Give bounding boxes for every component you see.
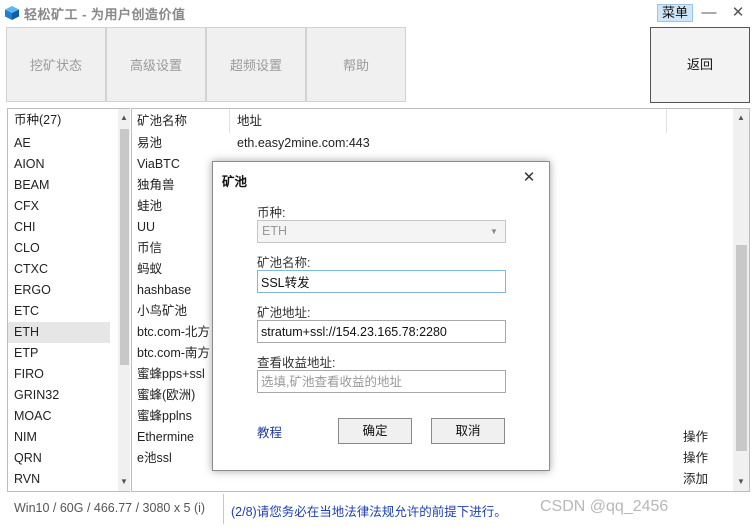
tab-advanced-settings[interactable]: 高级设置 bbox=[106, 27, 206, 102]
coin-select-value: ETH bbox=[262, 224, 287, 238]
coin-item-ctxc[interactable]: CTXC bbox=[14, 259, 114, 280]
pool-table-scroll-thumb[interactable] bbox=[736, 245, 747, 451]
coin-item-clo[interactable]: CLO bbox=[14, 238, 114, 259]
scroll-down-icon[interactable]: ▼ bbox=[735, 475, 747, 489]
pool-name-cell: 易池 bbox=[137, 136, 163, 150]
pool-name-cell: btc.com-北方 bbox=[137, 325, 210, 339]
app-logo-icon bbox=[4, 5, 20, 21]
pool-name-cell: UU bbox=[137, 220, 156, 234]
coin-label: 币种: bbox=[257, 206, 286, 220]
pool-name-cell: 币信 bbox=[137, 241, 163, 255]
coin-list-scrollbar[interactable]: ▲ ▼ bbox=[118, 109, 130, 491]
pool-table-scrollbar[interactable]: ▲ ▼ bbox=[733, 109, 749, 491]
close-icon[interactable]: ✕ bbox=[728, 3, 748, 23]
coin-item-aion[interactable]: AION bbox=[14, 154, 114, 175]
coin-item-ergo[interactable]: ERGO bbox=[14, 280, 114, 301]
coin-select[interactable]: ETH ▼ bbox=[257, 220, 506, 243]
tab-help[interactable]: 帮助 bbox=[306, 27, 406, 102]
scroll-up-icon[interactable]: ▲ bbox=[735, 111, 747, 125]
minimize-icon[interactable]: — bbox=[699, 3, 719, 23]
pool-dialog: 矿池 ✕ 币种: ETH ▼ 矿池名称: 矿池地址: 查看收益地址: 教程 确定… bbox=[212, 161, 550, 471]
pool-name-cell: 蛙池 bbox=[137, 199, 163, 213]
pool-name-cell: Ethermine bbox=[137, 430, 194, 444]
title-bar: 轻松矿工 - 为用户创造价值 菜单 — ✕ bbox=[0, 0, 755, 26]
tab-overclock-settings[interactable]: 超频设置 bbox=[206, 27, 306, 102]
coin-item-etp[interactable]: ETP bbox=[14, 343, 114, 364]
pool-name-cell: e池ssl bbox=[137, 451, 172, 465]
pool-name-label: 矿池名称: bbox=[257, 256, 311, 270]
coin-item-cfx[interactable]: CFX bbox=[14, 196, 114, 217]
coin-list-header: 币种(27) bbox=[14, 113, 62, 127]
coin-item-eth-selected[interactable]: ETH bbox=[8, 322, 110, 343]
system-info: Win10 / 60G / 466.77 / 3080 x 5 (i) bbox=[14, 501, 206, 515]
menu-button[interactable]: 菜单 bbox=[657, 4, 693, 22]
pool-address-input[interactable] bbox=[257, 320, 506, 343]
column-header-address: 地址 bbox=[237, 114, 263, 128]
chevron-down-icon: ▼ bbox=[490, 227, 498, 236]
add-pool-link[interactable]: 添加 bbox=[683, 469, 708, 490]
coin-item-rvn[interactable]: RVN bbox=[14, 469, 114, 490]
operate-link[interactable]: 操作 bbox=[683, 448, 708, 469]
operate-link[interactable]: 操作 bbox=[683, 427, 708, 448]
tab-mining-status[interactable]: 挖矿状态 bbox=[6, 27, 106, 102]
close-icon[interactable]: ✕ bbox=[519, 168, 539, 188]
coin-item-firo[interactable]: FIRO bbox=[14, 364, 114, 385]
coin-list: 币种(27) AE AION BEAM CFX CHI CLO CTXC ERG… bbox=[7, 108, 130, 492]
coin-item-beam[interactable]: BEAM bbox=[14, 175, 114, 196]
pool-name-cell: hashbase bbox=[137, 283, 192, 297]
pool-name-cell: 蜜蜂(欧洲) bbox=[137, 388, 196, 402]
pool-name-cell: 小鸟矿池 bbox=[137, 304, 188, 318]
window-title: 轻松矿工 - 为用户创造价值 bbox=[24, 7, 186, 22]
ok-button[interactable]: 确定 bbox=[338, 418, 412, 444]
pool-name-cell: ViaBTC bbox=[137, 157, 180, 171]
coin-item-ae[interactable]: AE bbox=[14, 133, 114, 154]
coin-item-nim[interactable]: NIM bbox=[14, 427, 114, 448]
scroll-up-icon[interactable]: ▲ bbox=[118, 111, 130, 125]
back-button[interactable]: 返回 bbox=[650, 27, 750, 103]
earnings-address-input[interactable] bbox=[257, 370, 506, 393]
column-divider bbox=[229, 109, 230, 133]
earnings-address-label: 查看收益地址: bbox=[257, 356, 336, 370]
column-header-pool-name: 矿池名称 bbox=[137, 114, 188, 128]
coin-item-grin32[interactable]: GRIN32 bbox=[14, 385, 114, 406]
pool-address-cell: eth.easy2mine.com:443 bbox=[237, 136, 370, 150]
pool-address-label: 矿池地址: bbox=[257, 306, 311, 320]
coin-item-moac[interactable]: MOAC bbox=[14, 406, 114, 427]
legal-notice: (2/8)请您务必在当地法律法规允许的前提下进行。 bbox=[231, 505, 507, 519]
watermark: CSDN @qq_2456 bbox=[540, 498, 669, 515]
coin-item-etc[interactable]: ETC bbox=[14, 301, 114, 322]
coin-list-scroll-thumb[interactable] bbox=[120, 129, 129, 365]
coin-item-chi[interactable]: CHI bbox=[14, 217, 114, 238]
dialog-title: 矿池 bbox=[222, 175, 248, 189]
scroll-down-icon[interactable]: ▼ bbox=[118, 475, 130, 489]
coin-item-qrn[interactable]: QRN bbox=[14, 448, 114, 469]
cancel-button[interactable]: 取消 bbox=[431, 418, 505, 444]
pool-name-cell: btc.com-南方 bbox=[137, 346, 210, 360]
pool-name-cell: 蜜蜂pplns bbox=[137, 409, 192, 423]
pool-name-cell: 蜜蜂pps+ssl bbox=[137, 367, 205, 381]
pool-name-cell: 蚂蚁 bbox=[137, 262, 163, 276]
pool-name-cell: 独角兽 bbox=[137, 178, 175, 192]
column-divider bbox=[666, 109, 667, 133]
pool-name-input[interactable] bbox=[257, 270, 506, 293]
tutorial-link[interactable]: 教程 bbox=[257, 422, 282, 441]
status-divider bbox=[223, 494, 224, 524]
